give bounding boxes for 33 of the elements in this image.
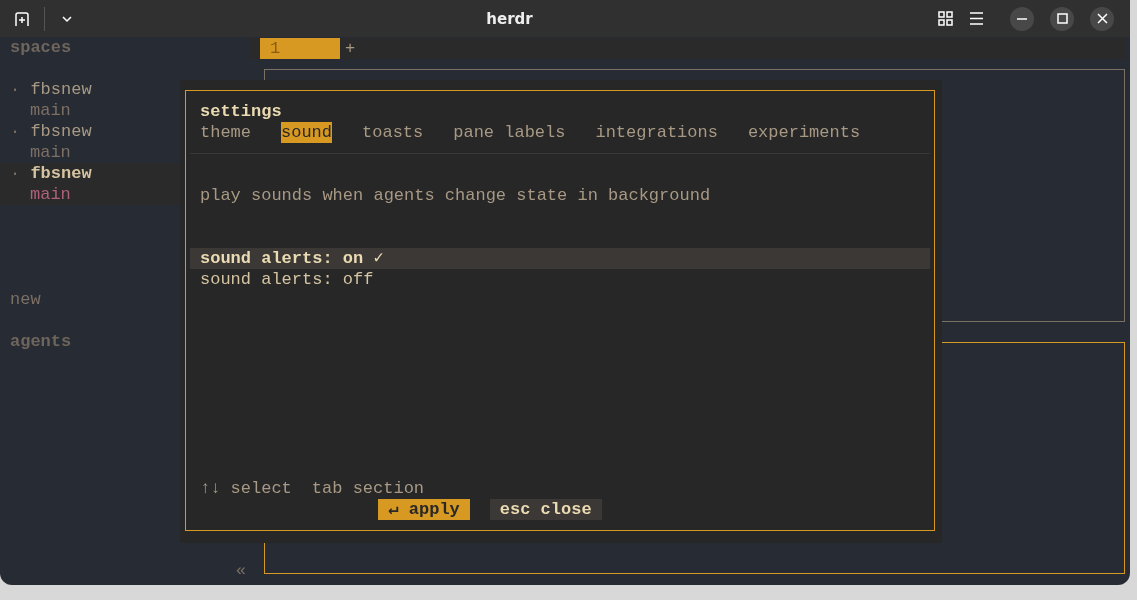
close-icon[interactable] xyxy=(1096,13,1108,24)
section-tab[interactable]: experiments xyxy=(747,122,861,143)
option-row[interactable]: sound alerts: on ✓ xyxy=(190,248,930,269)
dialog-title: settings xyxy=(200,102,282,121)
menu-icon[interactable] xyxy=(969,11,984,26)
space-name: fbsnew xyxy=(30,80,92,99)
section-tab[interactable]: sound xyxy=(281,122,333,143)
section-tab[interactable]: theme xyxy=(200,122,251,143)
window-title: herdr xyxy=(486,9,533,28)
section-heading: agents xyxy=(10,332,72,351)
collapse-button[interactable]: « xyxy=(235,561,246,580)
add-tab-button[interactable]: + xyxy=(340,38,356,59)
close-button[interactable]: esc close xyxy=(489,499,602,520)
section-heading: spaces xyxy=(10,38,72,57)
new-tab-icon[interactable] xyxy=(14,10,30,27)
grid-icon[interactable] xyxy=(938,11,953,26)
section-tab[interactable]: pane labels xyxy=(453,122,566,143)
maximize-icon[interactable] xyxy=(1056,13,1068,24)
apply-button[interactable]: ↵ apply xyxy=(378,499,470,520)
space-name: fbsnew xyxy=(30,122,92,141)
bullet-icon: · xyxy=(10,164,21,183)
key-hint: tab section xyxy=(311,478,425,499)
branch-name: main xyxy=(30,101,71,120)
section-tab[interactable]: integrations xyxy=(595,122,718,143)
new-space-link[interactable]: new xyxy=(10,290,41,309)
space-name: fbsnew xyxy=(30,164,92,183)
key-hint: ↑↓ select xyxy=(200,478,292,499)
option-row[interactable]: sound alerts: off xyxy=(190,269,930,290)
branch-name: main xyxy=(30,143,71,162)
branch-name: main xyxy=(30,185,71,204)
bullet-icon: · xyxy=(10,122,21,141)
bullet-icon: · xyxy=(10,80,21,99)
section-tab[interactable]: toasts xyxy=(362,122,424,143)
